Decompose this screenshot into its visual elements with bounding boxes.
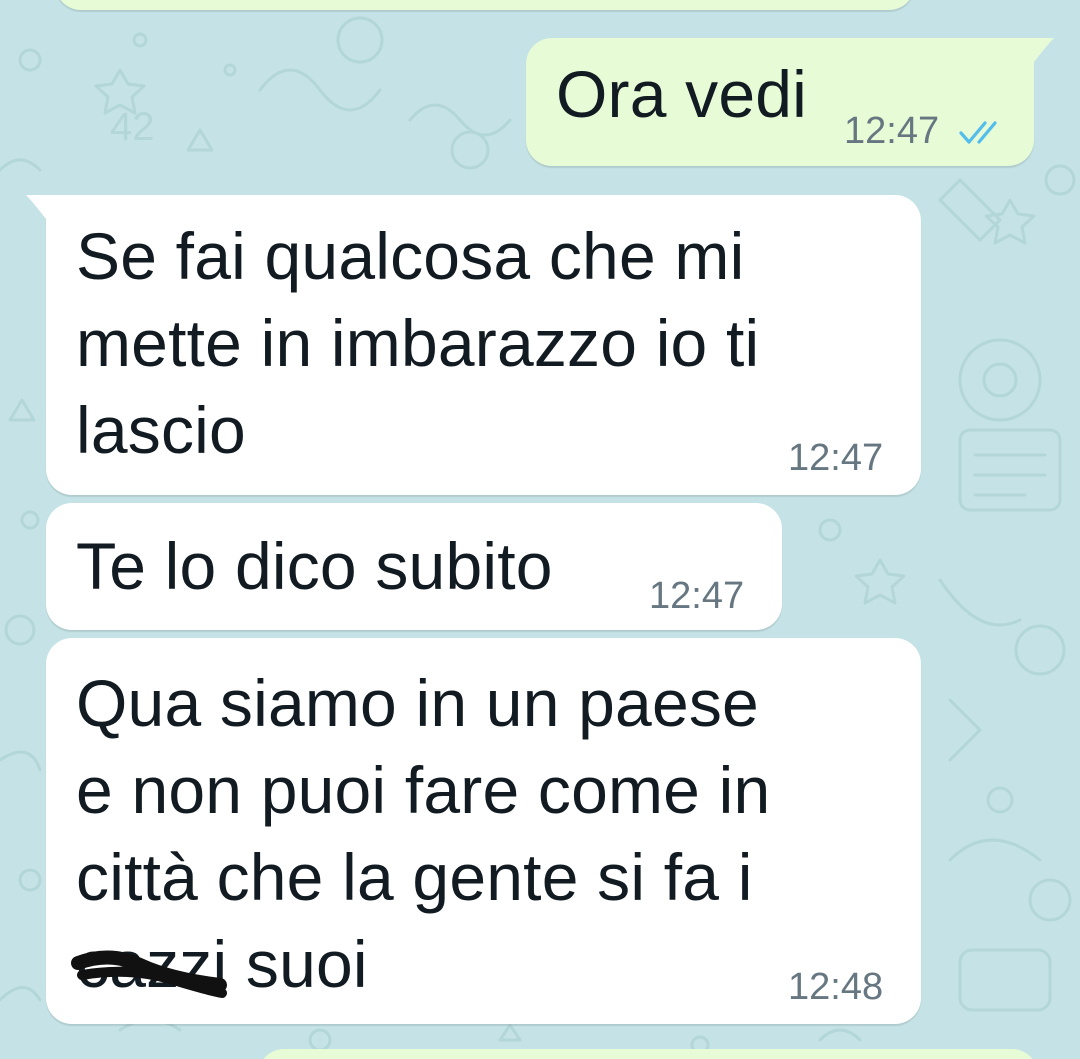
incoming-bubble-tail xyxy=(26,195,54,219)
svg-text:42: 42 xyxy=(110,105,155,149)
previous-message-bubble xyxy=(55,0,915,10)
message-text: Te lo dico subito xyxy=(76,529,553,603)
outgoing-bubble-tail xyxy=(1026,38,1054,62)
message-timestamp: 12:47 xyxy=(788,437,884,479)
message-timestamp: 12:47 xyxy=(844,110,940,152)
message-text: Ora vedi xyxy=(556,57,808,131)
incoming-message-bubble[interactable]: Qua siamo in un paese e non puoi fare co… xyxy=(46,638,921,1024)
message-text: Se fai qualcosa che mi mette in imbarazz… xyxy=(76,219,760,467)
outgoing-message-bubble[interactable]: Ora vedi 12:47 xyxy=(526,38,1034,166)
message-text: Qua siamo in un paese e non puoi fare co… xyxy=(76,666,771,1001)
next-message-bubble xyxy=(258,1049,1038,1059)
message-timestamp: 12:47 xyxy=(649,575,745,617)
read-double-check-icon xyxy=(959,121,997,144)
message-timestamp: 12:48 xyxy=(788,966,884,1008)
incoming-message-bubble[interactable]: Te lo dico subito 12:47 xyxy=(46,503,782,630)
incoming-message-bubble[interactable]: Se fai qualcosa che mi mette in imbarazz… xyxy=(46,195,921,495)
